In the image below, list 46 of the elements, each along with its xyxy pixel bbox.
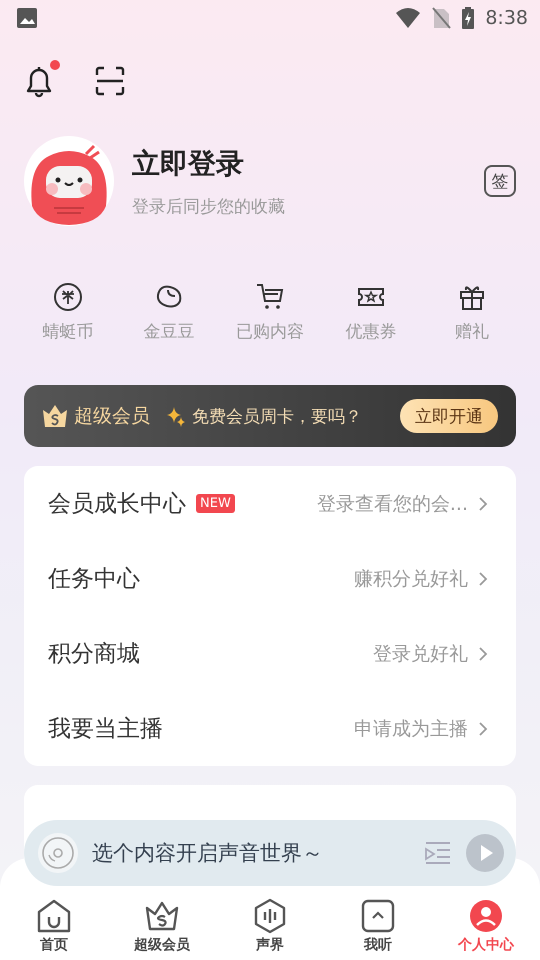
wifi-icon: [395, 7, 422, 29]
activate-button[interactable]: 立即开通: [400, 399, 498, 433]
nav-tab[interactable]: 我听: [324, 898, 432, 954]
menu-label: 任务中心: [48, 565, 140, 594]
nav-tab[interactable]: 超级会员: [108, 898, 216, 954]
disc-icon: [38, 833, 78, 873]
login-title[interactable]: 立即登录: [132, 144, 466, 182]
menu-hint: 登录兑好礼: [373, 642, 468, 666]
menu-item[interactable]: 我要当主播 申请成为主播: [24, 691, 516, 766]
chevron-right-icon: [478, 570, 488, 586]
vip-banner[interactable]: 超级会员 免费会员周卡，要吗？ 立即开通: [24, 385, 516, 447]
square-icon: [360, 898, 396, 934]
crown-icon: [42, 404, 68, 428]
new-badge: NEW: [196, 494, 235, 513]
image-icon: [16, 7, 38, 29]
avatar-drawing[interactable]: [24, 136, 114, 226]
menu-item[interactable]: 会员成长中心 NEW 登录查看您的会...: [24, 466, 516, 541]
cart-icon: [255, 282, 285, 312]
menu-hint: 申请成为主播: [354, 716, 468, 742]
login-subtitle: 登录后同步您的收藏: [132, 196, 286, 218]
scan-icon[interactable]: [94, 65, 126, 97]
battery-icon: [461, 7, 476, 29]
home-icon: [36, 898, 72, 934]
person-icon: [468, 898, 504, 934]
menu-label: 我要当主播: [48, 715, 163, 744]
player-prompt: 选个内容开启声音世界～: [92, 840, 324, 867]
menu-label: 积分商城: [48, 640, 140, 669]
coin-icon: [53, 282, 83, 312]
no-sim-icon: [431, 7, 452, 29]
vip-title: 超级会员: [74, 404, 150, 429]
clock-time: 8:38: [485, 7, 528, 29]
chevron-right-icon: [478, 646, 488, 662]
menu-label: 会员成长中心: [48, 490, 186, 519]
chevron-right-icon: [478, 720, 488, 736]
menu-hint: 登录查看您的会...: [316, 492, 468, 516]
sparkle-icon: [166, 405, 186, 427]
nav-tab[interactable]: 声界: [216, 898, 324, 954]
vip-promo: 免费会员周卡，要吗？: [192, 406, 363, 428]
menu-hint: 赚积分兑好礼: [354, 566, 468, 592]
menu-item[interactable]: 积分商城 登录兑好礼: [24, 616, 516, 691]
sound-wave-icon: [252, 898, 288, 934]
nav-tab[interactable]: 首页: [0, 898, 108, 954]
sign-in-button[interactable]: 签: [484, 165, 516, 197]
menu-item[interactable]: 任务中心 赚积分兑好礼: [24, 541, 516, 616]
chevron-right-icon: [478, 496, 488, 512]
nav-tab[interactable]: 个人中心: [432, 898, 540, 954]
